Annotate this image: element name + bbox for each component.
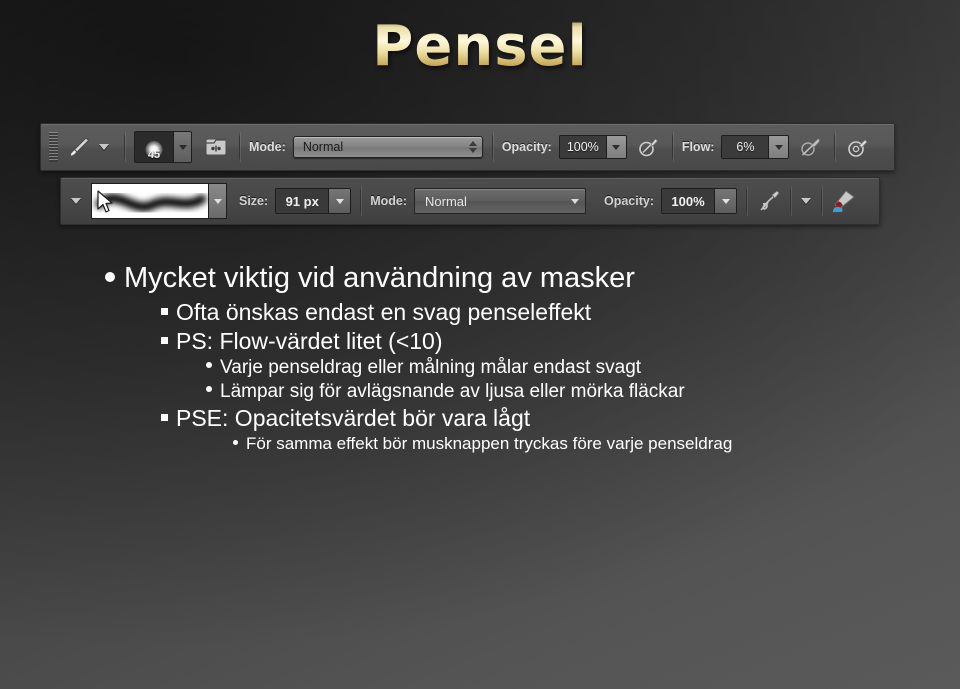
list-item-label: PSE: Opacitetsvärdet bör vara lågt: [176, 405, 531, 431]
drag-grip[interactable]: [49, 132, 58, 162]
title-container: Pensel: [0, 14, 960, 79]
list-item: PSE: Opacitetsvärdet bör vara lågt: [0, 405, 960, 432]
size-dropdown-icon[interactable]: [328, 189, 351, 213]
bullet-list: Mycket viktig vid användning av masker O…: [0, 262, 960, 456]
list-item-label: Lämpar sig för avlägsnande av ljusa elle…: [220, 381, 685, 402]
list-item-label: Mycket viktig vid användning av masker: [124, 262, 635, 294]
divider: [821, 186, 823, 216]
slide-canvas: Pensel 45 Mode: Normal Opacity: 100% Flo…: [0, 0, 960, 689]
list-item-label: För samma effekt bör musknappen tryckas …: [246, 434, 733, 453]
tablet-pressure-opacity-icon[interactable]: [635, 133, 663, 161]
pse-opacity-label: Opacity:: [604, 194, 655, 208]
opacity-dropdown-icon[interactable]: [605, 136, 626, 158]
toolbar-pse-options[interactable]: Size: 91 px Mode: Normal Opacity: 100%: [60, 177, 880, 225]
size-value: 91 px: [276, 189, 329, 213]
page-title: Pensel: [372, 14, 588, 79]
bullet-square-icon: [152, 414, 176, 426]
pse-left-dropdown-icon[interactable]: [71, 198, 81, 204]
brush-size-value: 45: [147, 149, 161, 161]
flow-dropdown-icon[interactable]: [768, 136, 789, 158]
opacity-field[interactable]: 100%: [558, 135, 627, 159]
paintbrush-color-icon[interactable]: [828, 185, 860, 217]
brush-stroke-picker[interactable]: [91, 183, 227, 219]
brush-preset-thumbnail: 45: [135, 132, 173, 162]
mode-value: Normal: [302, 140, 344, 154]
tablet-pressure-size-icon[interactable]: [844, 133, 872, 161]
pse-opacity-value: 100%: [662, 189, 715, 213]
brush-preset-picker[interactable]: 45: [134, 131, 192, 163]
size-label: Size:: [239, 194, 269, 208]
flow-field[interactable]: 6%: [721, 135, 790, 159]
list-item: För samma effekt bör musknappen tryckas …: [0, 434, 960, 454]
list-item-label: Varje penseldrag eller målning målar end…: [220, 357, 642, 378]
pse-opacity-dropdown-icon[interactable]: [714, 189, 737, 213]
brush-tool-icon[interactable]: [65, 133, 93, 161]
divider: [834, 132, 836, 162]
mouse-pointer-icon: [97, 190, 113, 213]
divider: [746, 186, 748, 216]
pse-mode-value: Normal: [425, 193, 467, 209]
flow-value: 6%: [722, 136, 769, 158]
divider: [239, 132, 240, 162]
mode-label: Mode:: [249, 140, 286, 154]
bullet-dot-icon: [96, 272, 124, 287]
bullet-square-icon: [152, 337, 176, 349]
chevron-down-icon[interactable]: [571, 198, 579, 204]
list-item: Ofta önskas endast en svag penseleffekt: [0, 299, 960, 326]
bullet-dot-icon: [198, 386, 220, 397]
divider: [124, 132, 125, 162]
bullet-square-icon: [152, 308, 176, 320]
divider: [491, 132, 493, 162]
spinner-icon[interactable]: [468, 141, 477, 153]
divider: [671, 132, 673, 162]
pse-opacity-field[interactable]: 100%: [661, 188, 738, 214]
opacity-label: Opacity:: [501, 140, 552, 154]
tablet-dropdown-icon[interactable]: [801, 198, 812, 204]
list-item: PS: Flow-värdet litet (<10): [0, 328, 960, 355]
bullet-dot-icon: [198, 362, 220, 373]
brush-preset-dropdown-icon[interactable]: [173, 132, 191, 162]
opacity-value: 100%: [559, 136, 606, 158]
flow-label: Flow:: [681, 140, 715, 154]
mode-select[interactable]: Normal: [292, 136, 483, 158]
list-item: Varje penseldrag eller målning målar end…: [0, 357, 960, 379]
list-item: Lämpar sig för avlägsnande av ljusa elle…: [0, 381, 960, 403]
pse-mode-select[interactable]: Normal: [414, 188, 586, 214]
list-item-label: PS: Flow-värdet litet (<10): [176, 328, 443, 354]
brush-stroke-preview: [91, 183, 209, 219]
tablet-settings-icon[interactable]: [756, 187, 784, 215]
divider: [360, 186, 362, 216]
brush-tool-dropdown-icon[interactable]: [99, 144, 109, 150]
airbrush-disabled-icon[interactable]: [797, 133, 825, 161]
toolbar-brush-options[interactable]: 45 Mode: Normal Opacity: 100% Flow: 6%: [40, 123, 895, 171]
size-field[interactable]: 91 px: [275, 188, 352, 214]
pse-mode-label: Mode:: [370, 194, 407, 208]
divider: [790, 186, 792, 216]
list-item-label: Ofta önskas endast en svag penseleffekt: [176, 299, 592, 325]
brush-stroke-dropdown-icon[interactable]: [209, 183, 227, 219]
list-item: Mycket viktig vid användning av masker: [0, 262, 960, 295]
bullet-dot-icon: [224, 440, 246, 449]
brush-panel-toggle-icon[interactable]: [202, 133, 230, 161]
